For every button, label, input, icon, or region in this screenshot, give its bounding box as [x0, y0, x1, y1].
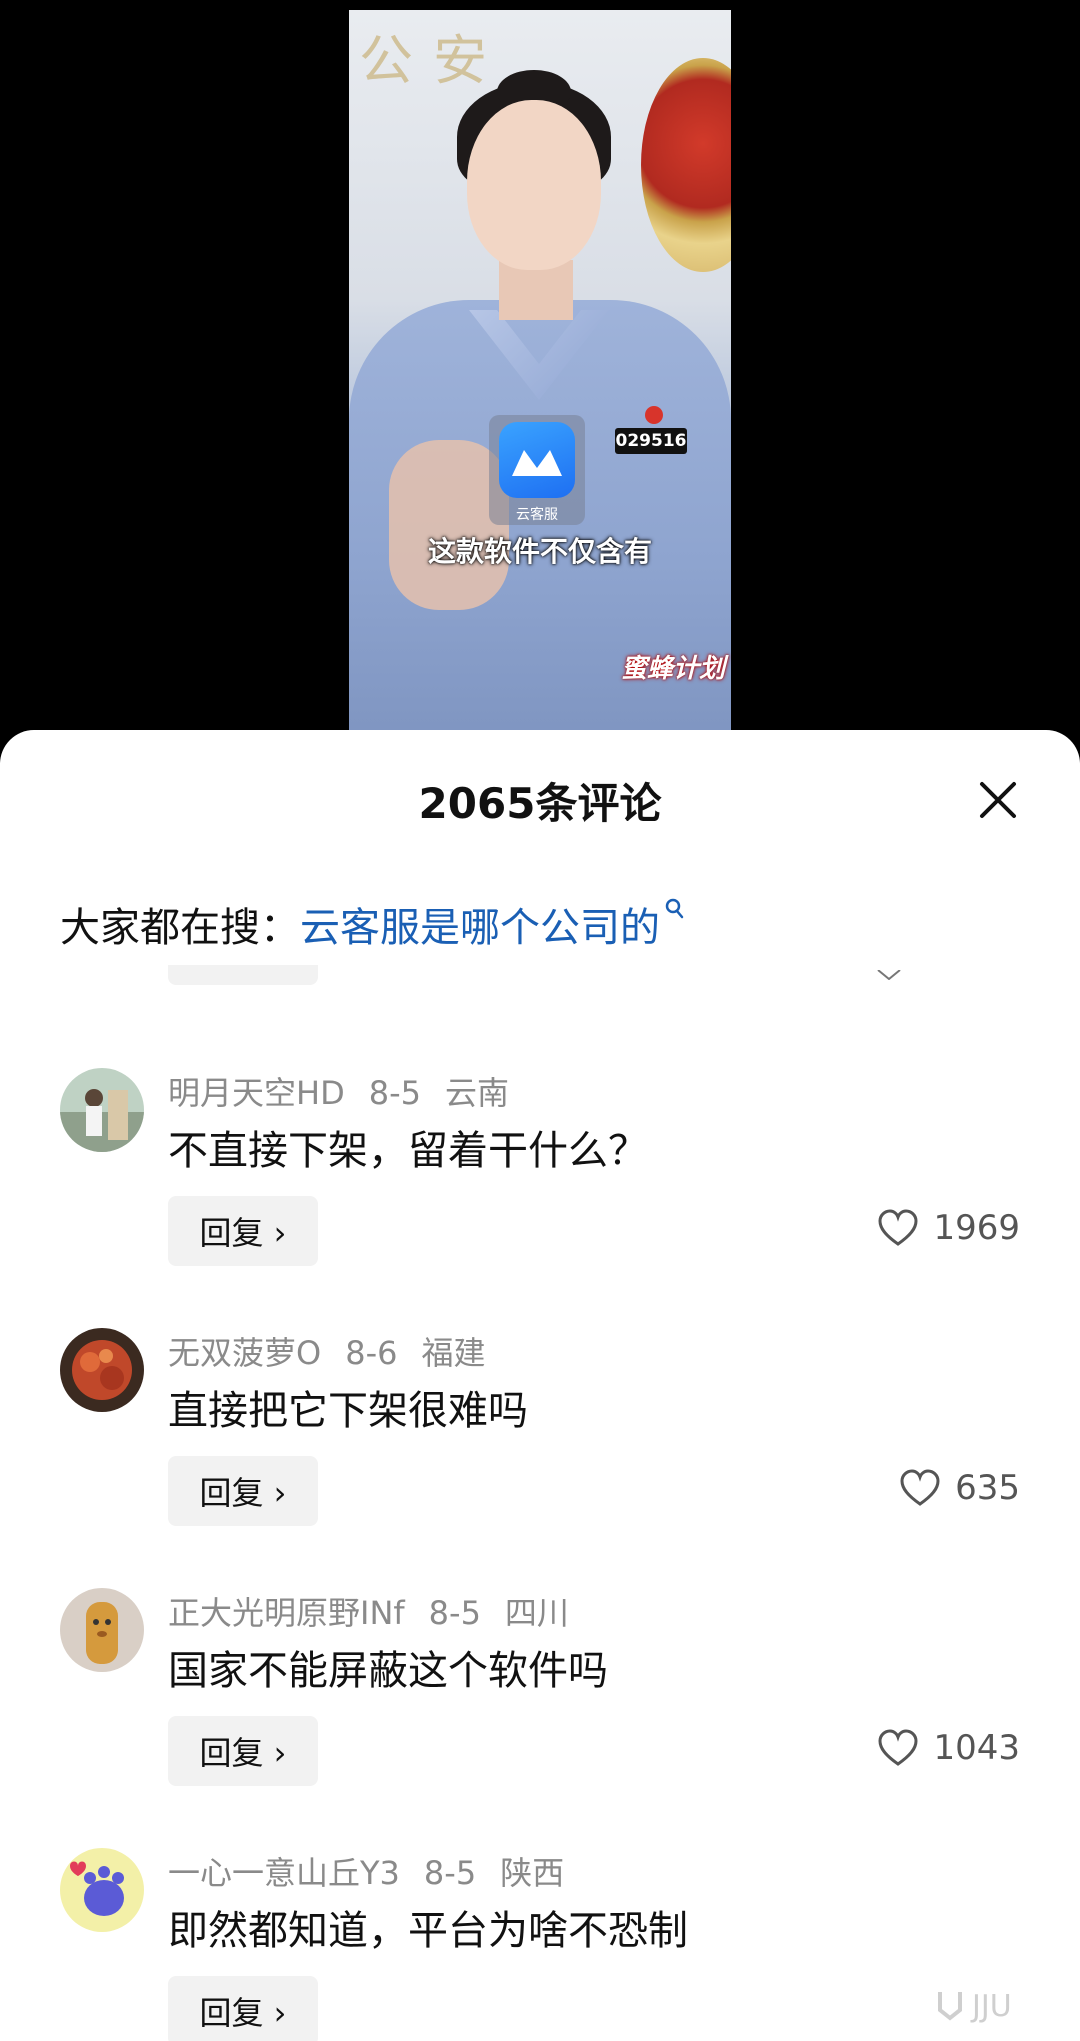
- corner-watermark: JJU: [930, 1984, 1050, 2033]
- trending-search-prefix: 大家都在搜：: [60, 905, 300, 951]
- like-count: 1969: [933, 1208, 1020, 1248]
- comments-title: 2065条评论: [418, 779, 662, 828]
- comments-sheet: 2065条评论 大家都在搜：云客服是哪个公司的 明月天空HD 8-5 云南 不直接下…: [0, 730, 1080, 2041]
- reply-button[interactable]: 回复 ›: [168, 1456, 318, 1526]
- comment-item: 正大光明原野INf 8-5 四川 国家不能屏蔽这个软件吗 回复 › 1043: [0, 1588, 1080, 1848]
- comment-username[interactable]: 正大光明原野INf: [168, 1594, 405, 1632]
- avatar[interactable]: [60, 1328, 144, 1412]
- comment-region: 云南: [444, 1074, 509, 1112]
- comment-meta: 明月天空HD 8-5 云南: [168, 1068, 533, 1114]
- heart-icon: [878, 1729, 918, 1766]
- avatar[interactable]: [60, 1588, 144, 1672]
- like-button[interactable]: 1969: [877, 1208, 1020, 1248]
- like-count: 1043: [933, 1728, 1020, 1768]
- comment-item: 一心一意山丘Y3 8-5 陕西 即然都知道，平台为啥不恐制 回复 ›: [0, 1848, 1080, 2041]
- comment-username[interactable]: 明月天空HD: [168, 1074, 345, 1112]
- clipped-reply-button: [168, 965, 318, 985]
- heart-icon: [900, 1469, 940, 1506]
- avatar[interactable]: [60, 1848, 144, 1932]
- clipped-heart-icon: [877, 970, 901, 980]
- heart-icon: [878, 1209, 918, 1246]
- comment-text[interactable]: 直接把它下架很难吗: [168, 1378, 528, 1436]
- comment-date: 8-5: [428, 1594, 481, 1632]
- comment-meta: 正大光明原野INf 8-5 四川: [168, 1588, 593, 1634]
- comment-item: 明月天空HD 8-5 云南 不直接下架，留着干什么？ 回复 › 1969: [0, 1068, 1080, 1328]
- search-icon[interactable]: [664, 897, 686, 923]
- comment-item: 无双菠萝O 8-6 福建 直接把它下架很难吗 回复 › 635: [0, 1328, 1080, 1588]
- app-name: 云客服: [516, 507, 558, 523]
- comment-meta: 一心一意山丘Y3 8-5 陕西: [168, 1848, 588, 1894]
- comment-region: 陕西: [500, 1854, 565, 1892]
- comment-meta: 无双菠萝O 8-6 福建: [168, 1328, 509, 1374]
- badge-number: 029516: [615, 428, 687, 454]
- close-icon[interactable]: [976, 778, 1020, 822]
- police-emblem: [641, 58, 731, 272]
- video-frame[interactable]: 公安 029516 云客服 这款软件不仅含有 蜜蜂计划: [349, 10, 731, 732]
- comment-date: 8-6: [345, 1334, 398, 1372]
- reply-button[interactable]: 回复 ›: [168, 1196, 318, 1266]
- like-button[interactable]: 1043: [877, 1728, 1020, 1768]
- comment-text[interactable]: 国家不能屏蔽这个软件吗: [168, 1638, 608, 1696]
- comment-username[interactable]: 无双菠萝O: [168, 1334, 321, 1372]
- reply-button[interactable]: 回复 ›: [168, 1716, 318, 1786]
- officer-face: [467, 100, 601, 270]
- app-logo-icon: [499, 422, 575, 498]
- comment-username[interactable]: 一心一意山丘Y3: [168, 1854, 400, 1892]
- comment-region: 四川: [504, 1594, 569, 1632]
- trending-search-link[interactable]: 云客服是哪个公司的: [300, 905, 660, 951]
- svg-text:JJU: JJU: [970, 1989, 1012, 2024]
- trending-search: 大家都在搜：云客服是哪个公司的: [60, 895, 686, 953]
- comment-text[interactable]: 不直接下架，留着干什么？: [168, 1118, 648, 1176]
- comment-date: 8-5: [423, 1854, 477, 1892]
- video-subtitle: 这款软件不仅含有: [427, 535, 652, 568]
- video-watermark: 蜜蜂计划: [620, 654, 725, 684]
- comment-region: 福建: [421, 1334, 486, 1372]
- comment-text[interactable]: 即然都知道，平台为啥不恐制: [168, 1898, 688, 1956]
- like-button[interactable]: 635: [899, 1468, 1020, 1508]
- avatar[interactable]: [60, 1068, 144, 1152]
- comment-date: 8-5: [368, 1074, 421, 1112]
- wall-lettering: 公安: [359, 29, 507, 92]
- reply-button[interactable]: 回复 ›: [168, 1976, 318, 2041]
- like-count: 635: [955, 1468, 1020, 1508]
- party-pin: [645, 406, 663, 424]
